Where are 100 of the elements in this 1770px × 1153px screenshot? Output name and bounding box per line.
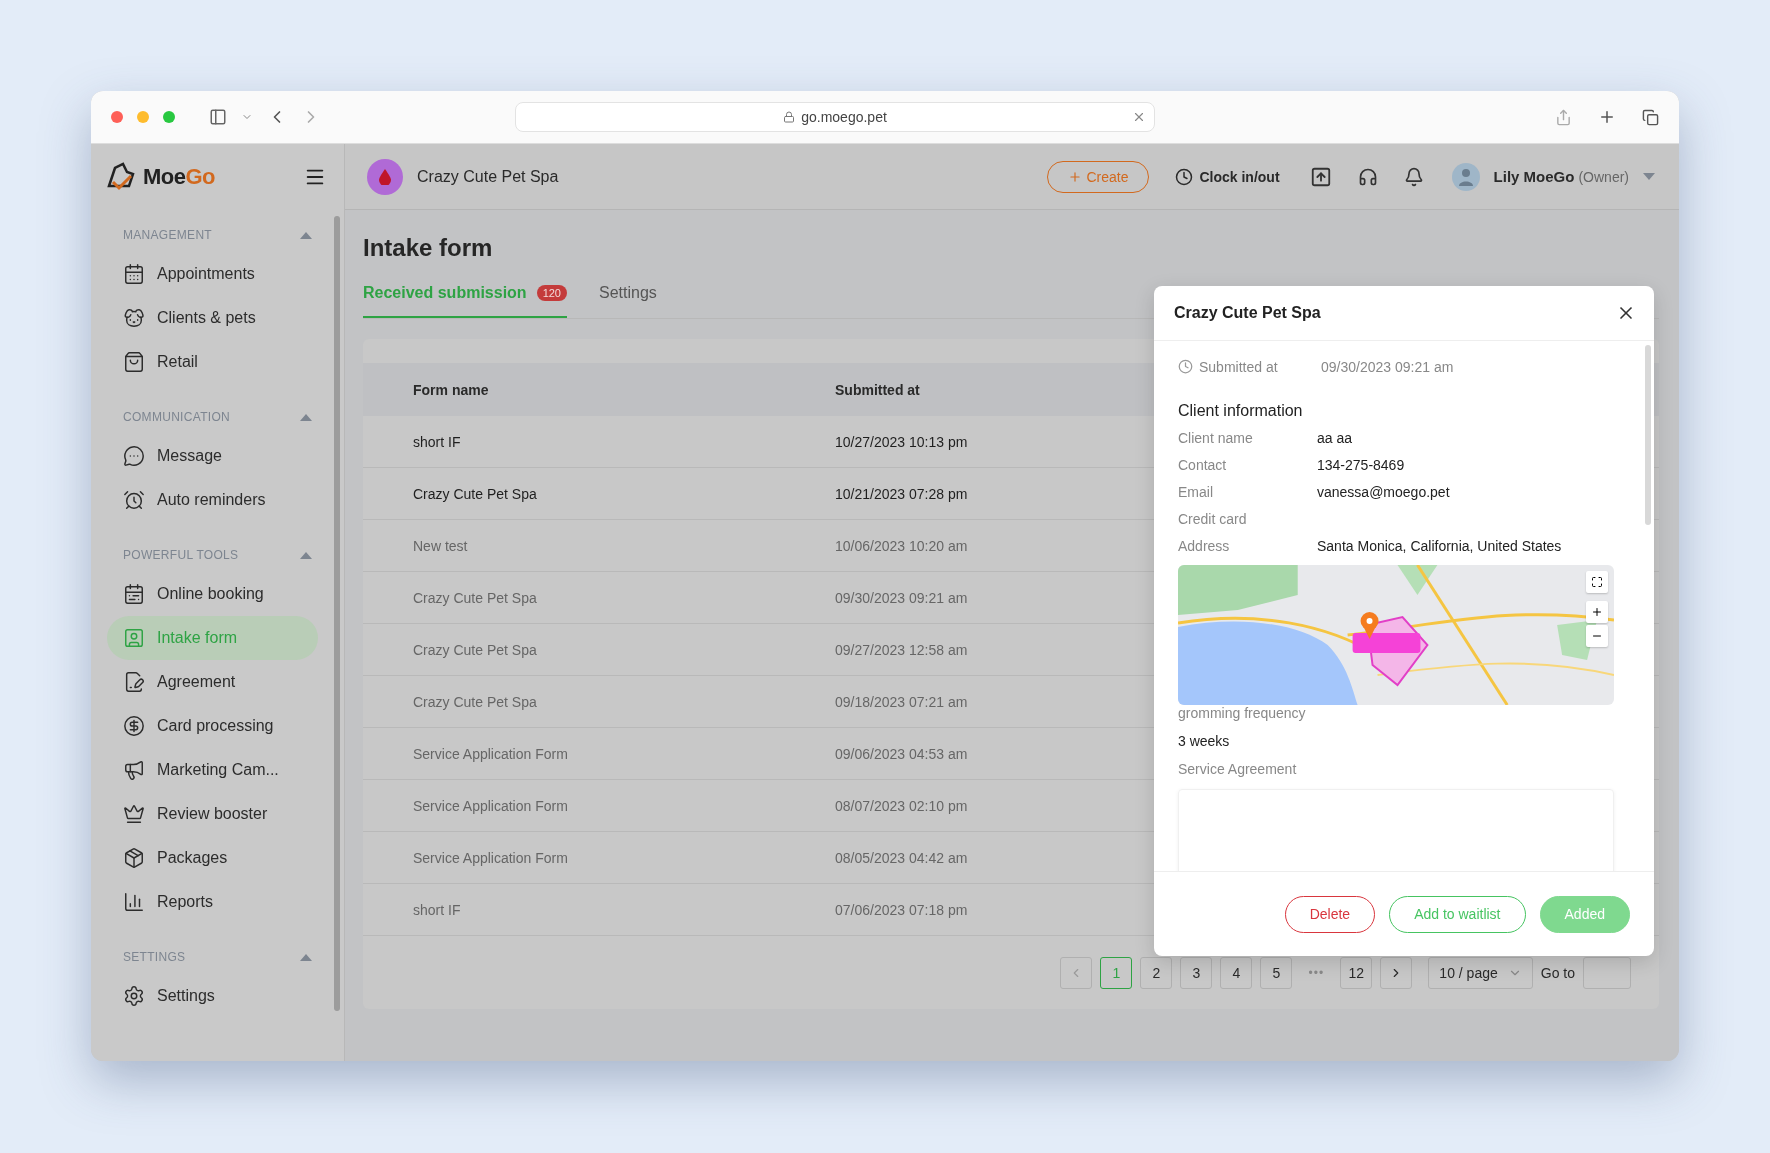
dropdown-caret-icon[interactable] <box>1643 173 1655 180</box>
field-label: Client name <box>1178 429 1254 446</box>
close-window-button[interactable] <box>111 111 123 123</box>
nav-item[interactable]: Appointments <box>107 252 318 296</box>
tab[interactable]: Received submission 120 <box>363 284 567 318</box>
table-cell: 10/06/2023 10:20 am <box>835 537 968 554</box>
tab[interactable]: Settings <box>599 284 657 318</box>
page-title: Intake form <box>363 234 494 262</box>
calendar-icon <box>123 263 145 285</box>
fullscreen-button[interactable] <box>1586 571 1608 593</box>
collapse-caret-icon[interactable] <box>300 231 312 239</box>
scrollbar[interactable] <box>1645 345 1651 525</box>
delete-button[interactable]: Delete <box>1284 895 1376 933</box>
column-header: Submitted at <box>835 381 921 398</box>
table-cell: 09/27/2023 12:58 am <box>835 641 968 658</box>
nav-item[interactable]: Packages <box>107 836 318 880</box>
notification-icon[interactable] <box>1403 166 1424 187</box>
field-label: Email <box>1178 483 1214 500</box>
document-icon <box>123 671 145 693</box>
table-cell: Service Application Form <box>413 797 568 814</box>
table-cell: 09/18/2023 07:21 am <box>835 693 968 710</box>
next-page-button[interactable] <box>1380 957 1413 989</box>
nav-item[interactable]: Card processing <box>107 704 318 748</box>
lock-icon <box>783 111 796 123</box>
zoom-window-button[interactable] <box>163 111 175 123</box>
collapse-caret-icon[interactable] <box>300 953 312 961</box>
question-label: Service Agreement <box>1178 761 1298 777</box>
alarm-clock-icon <box>123 489 145 511</box>
zoom-in-button[interactable] <box>1586 601 1608 623</box>
table-cell: Crazy Cute Pet Spa <box>413 589 537 606</box>
nav-item[interactable]: Reports <box>107 880 318 924</box>
clock-icon <box>1175 167 1194 186</box>
plus-icon[interactable] <box>1598 108 1616 126</box>
logo-text: MoeGo <box>143 164 216 190</box>
table-cell: 09/30/2023 09:21 am <box>835 589 968 606</box>
collapse-caret-icon[interactable] <box>300 413 312 421</box>
fullscreen-icon <box>1591 576 1603 588</box>
table-cell: New test <box>413 537 468 554</box>
upload-icon[interactable] <box>1309 165 1332 188</box>
share-icon[interactable] <box>1555 108 1572 126</box>
minimize-window-button[interactable] <box>137 111 149 123</box>
page-button[interactable]: 2 <box>1140 957 1173 989</box>
go-to-input[interactable] <box>1583 957 1631 989</box>
close-icon[interactable] <box>1132 110 1146 124</box>
support-icon[interactable] <box>1357 166 1378 187</box>
nav-item[interactable]: Retail <box>107 340 318 384</box>
user-avatar <box>1451 162 1480 191</box>
chat-icon <box>123 445 145 467</box>
table-cell: 10/27/2023 10:13 pm <box>835 433 968 450</box>
go-to-label: Go to <box>1540 965 1575 981</box>
collapse-caret-icon[interactable] <box>300 551 312 559</box>
zoom-out-button[interactable] <box>1586 625 1608 647</box>
badge-icon <box>123 627 145 649</box>
table-cell: 08/07/2023 02:10 pm <box>835 797 968 814</box>
field-value: aa aa <box>1317 429 1354 446</box>
plus-icon <box>1068 169 1083 184</box>
field-value: Santa Monica, California, United States <box>1317 537 1563 554</box>
question-label: gromming frequency <box>1178 705 1307 721</box>
table-cell: 09/06/2023 04:53 am <box>835 745 968 762</box>
bar-chart-icon <box>123 891 145 913</box>
table-cell: 08/05/2023 04:42 am <box>835 849 968 866</box>
nav-item[interactable]: Message <box>107 434 318 478</box>
nav-item[interactable]: Online booking <box>107 572 318 616</box>
page-button[interactable]: 12 <box>1340 957 1373 989</box>
field-value: 09/30/2023 09:21 am <box>1321 358 1455 375</box>
package-icon <box>123 847 145 869</box>
column-header: Form name <box>413 381 490 398</box>
table-cell: Crazy Cute Pet Spa <box>413 485 537 502</box>
nav-item[interactable]: Settings <box>107 974 318 1018</box>
table-cell: short IF <box>413 901 461 918</box>
section-title: POWERFUL TOOLS <box>123 548 239 562</box>
table-cell: 10/21/2023 07:28 pm <box>835 485 968 502</box>
nav-item[interactable]: Review booster <box>107 792 318 836</box>
tabs-icon[interactable] <box>1642 108 1659 126</box>
clock-icon <box>1178 359 1193 374</box>
page-size-select[interactable]: 10 / page <box>1428 957 1533 989</box>
settings-icon <box>123 985 145 1007</box>
scrollbar[interactable] <box>334 216 340 1011</box>
bag-icon <box>123 351 145 373</box>
page-button[interactable]: 5 <box>1260 957 1293 989</box>
page-button[interactable]: 4 <box>1220 957 1253 989</box>
plus-icon <box>1591 606 1603 618</box>
field-label: Submitted at <box>1199 358 1278 375</box>
nav-item[interactable]: Agreement <box>107 660 318 704</box>
clock-in-out-button[interactable]: Clock in/out <box>1175 167 1280 186</box>
calendar-icon <box>123 583 145 605</box>
nav-item[interactable]: Auto reminders <box>107 478 318 522</box>
user-name: Lily MoeGo (Owner) <box>1493 168 1629 185</box>
business-name: Crazy Cute Pet Spa <box>417 167 559 186</box>
table-cell: short IF <box>413 433 461 450</box>
sidebar-icon[interactable] <box>209 108 227 126</box>
nav-item[interactable]: Marketing Cam... <box>107 748 318 792</box>
field-label: Address <box>1178 537 1231 554</box>
page-button[interactable]: 3 <box>1180 957 1213 989</box>
crown-icon <box>123 803 145 825</box>
section-title: MANAGEMENT <box>123 228 212 242</box>
address-bar[interactable]: go.moego.pet <box>515 102 1155 132</box>
dialog-title: Crazy Cute Pet Spa <box>1174 304 1321 322</box>
field-value: vanessa@moego.pet <box>1317 483 1451 500</box>
nav-item[interactable]: Clients & pets <box>107 296 318 340</box>
